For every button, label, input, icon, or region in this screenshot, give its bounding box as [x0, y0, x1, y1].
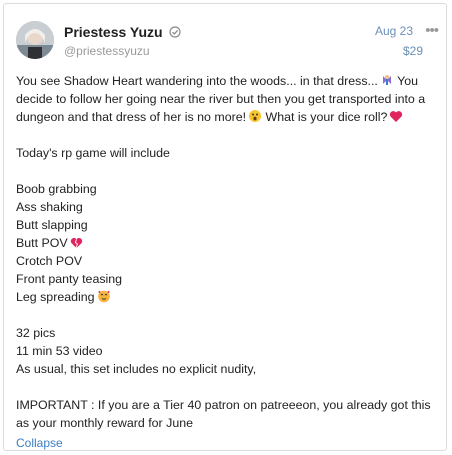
astonished-face-icon: [248, 109, 262, 123]
game-heading: Today's rp game will include: [16, 146, 170, 160]
verified-check-icon: [168, 26, 181, 38]
stat-nudity-note: As usual, this set includes no explicit …: [16, 362, 257, 376]
stat-video: 11 min 53 video: [16, 344, 103, 358]
author-handle[interactable]: @priestessyuzu: [64, 44, 150, 58]
list-item: Butt POV: [16, 234, 432, 252]
list-item: Butt slapping: [16, 218, 88, 232]
post-card: Priestess Yuzu @priestessyuzu Aug 23 $29…: [3, 3, 447, 451]
avatar[interactable]: [16, 21, 54, 59]
author-name[interactable]: Priestess Yuzu: [64, 24, 163, 40]
list-item: Ass shaking: [16, 200, 83, 214]
important-note: IMPORTANT : If you are a Tier 40 patron …: [16, 398, 431, 430]
list-item: Crotch POV: [16, 254, 83, 268]
stat-pics: 32 pics: [16, 326, 56, 340]
heart-icon: [389, 110, 403, 123]
intro-paragraph: You see Shadow Heart wandering into the …: [16, 72, 432, 126]
list-item: Boob grabbing: [16, 182, 97, 196]
intro-line-1: You see Shadow Heart wandering into the …: [16, 74, 378, 88]
blushing-face-hearts-icon: [97, 289, 111, 303]
fairy-icon: [380, 73, 394, 87]
intro-line-3: What is your dice roll?: [265, 110, 388, 124]
more-horizontal-icon[interactable]: •••: [425, 22, 439, 39]
post-price: $29: [402, 44, 423, 58]
post-date[interactable]: Aug 23: [375, 24, 413, 38]
post-body: You see Shadow Heart wandering into the …: [16, 72, 432, 452]
collapse-link[interactable]: Collapse: [16, 434, 63, 452]
broken-heart-icon: [70, 237, 83, 249]
list-item: Leg spreading: [16, 288, 432, 306]
list-item: Front panty teasing: [16, 272, 123, 286]
